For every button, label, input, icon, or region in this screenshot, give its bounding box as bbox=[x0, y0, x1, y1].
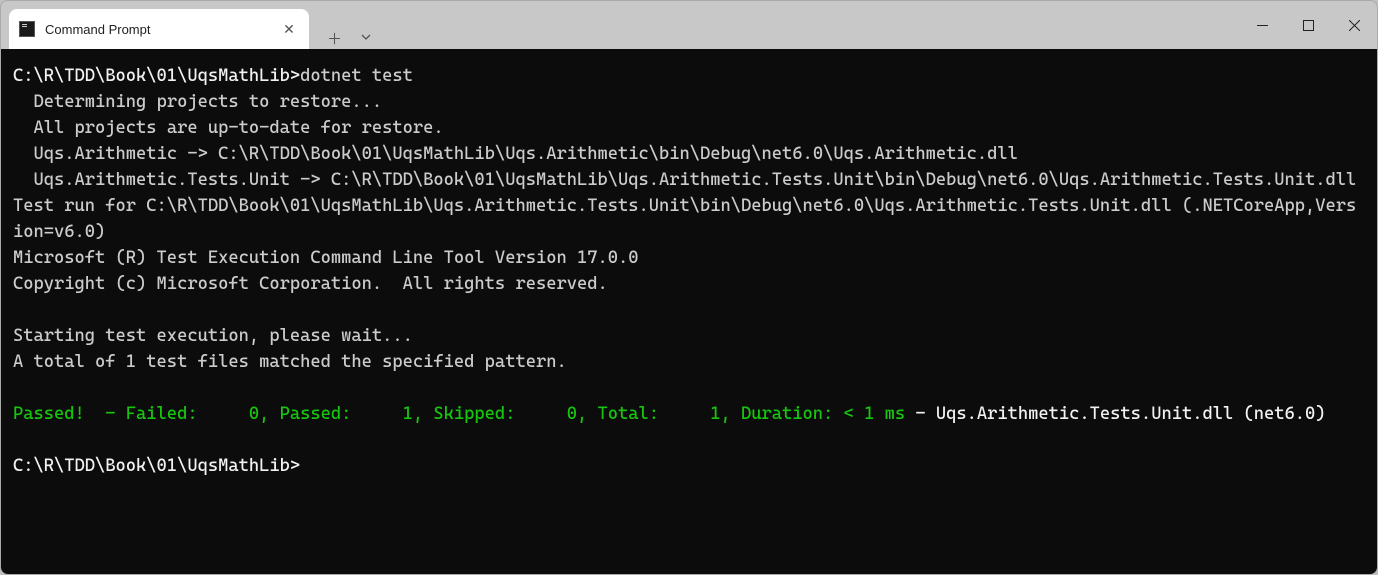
titlebar: Command Prompt ✕ ＋ bbox=[1, 1, 1377, 49]
output-line: Microsoft (R) Test Execution Command Lin… bbox=[13, 248, 639, 268]
window-controls bbox=[1239, 1, 1377, 49]
maximize-button[interactable] bbox=[1285, 1, 1331, 49]
prompt: C:\R\TDD\Book\01\UqsMathLib> bbox=[13, 456, 300, 476]
prompt: C:\R\TDD\Book\01\UqsMathLib> bbox=[13, 66, 300, 86]
output-line: A total of 1 test files matched the spec… bbox=[13, 352, 567, 372]
tab-actions: ＋ bbox=[309, 28, 372, 49]
new-tab-button[interactable]: ＋ bbox=[327, 28, 342, 49]
command-text: dotnet test bbox=[300, 66, 413, 86]
output-line: All projects are up-to-date for restore. bbox=[13, 118, 444, 138]
output-line: Copyright (c) Microsoft Corporation. All… bbox=[13, 274, 608, 294]
test-result-assembly: - Uqs.Arithmetic.Tests.Unit.dll (net6.0) bbox=[905, 404, 1325, 424]
tab-strip: Command Prompt ✕ ＋ bbox=[1, 1, 372, 49]
tab-title: Command Prompt bbox=[45, 22, 271, 37]
output-line: Starting test execution, please wait... bbox=[13, 326, 413, 346]
command-prompt-icon bbox=[19, 21, 35, 37]
minimize-button[interactable] bbox=[1239, 1, 1285, 49]
output-line: Uqs.Arithmetic.Tests.Unit -> C:\R\TDD\Bo… bbox=[13, 170, 1356, 190]
test-result-passed: Passed! - Failed: 0, Passed: 1, Skipped:… bbox=[13, 404, 905, 424]
close-window-button[interactable] bbox=[1331, 1, 1377, 49]
output-line: Determining projects to restore... bbox=[13, 92, 382, 112]
tab-command-prompt[interactable]: Command Prompt ✕ bbox=[9, 9, 309, 49]
terminal-output[interactable]: C:\R\TDD\Book\01\UqsMathLib>dotnet test … bbox=[1, 49, 1377, 574]
close-tab-icon[interactable]: ✕ bbox=[281, 21, 297, 37]
output-line: Test run for C:\R\TDD\Book\01\UqsMathLib… bbox=[13, 196, 1356, 242]
terminal-window: Command Prompt ✕ ＋ C:\R\TDD\Book\01\UqsM… bbox=[0, 0, 1378, 575]
tab-dropdown-button[interactable] bbox=[360, 30, 372, 47]
output-line: Uqs.Arithmetic -> C:\R\TDD\Book\01\UqsMa… bbox=[13, 144, 1018, 164]
